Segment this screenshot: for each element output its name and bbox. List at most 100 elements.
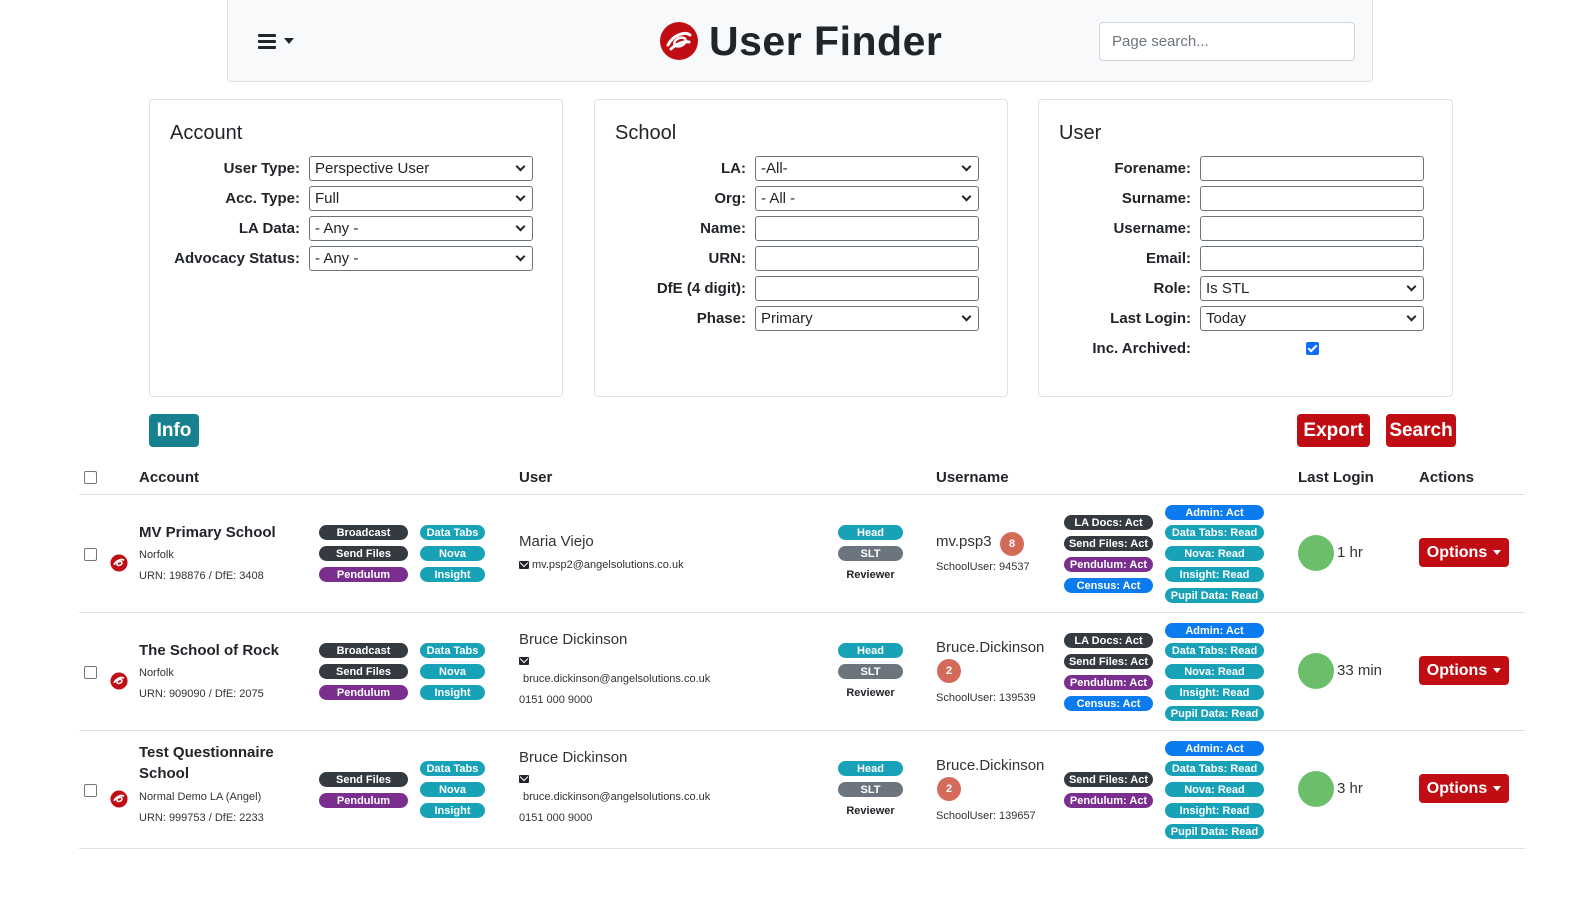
module-badge: Pendulum bbox=[319, 567, 408, 582]
row-checkbox[interactable] bbox=[84, 784, 97, 797]
la-data-value: - Any - bbox=[315, 219, 359, 237]
phase-value: Primary bbox=[761, 309, 813, 327]
module-badge: Data Tabs bbox=[420, 525, 485, 540]
top-navbar: User Finder bbox=[227, 0, 1373, 82]
role-select[interactable]: Is STL bbox=[1200, 275, 1424, 301]
user-full-name: Bruce Dickinson bbox=[519, 749, 628, 766]
online-status-dot bbox=[1298, 771, 1334, 807]
chevron-down-icon bbox=[961, 161, 972, 171]
user-type-row: User Type: Perspective User bbox=[150, 155, 533, 181]
surname-input[interactable] bbox=[1200, 185, 1424, 211]
role-badge: SLT bbox=[838, 546, 903, 561]
inc-archived-checkbox[interactable] bbox=[1305, 341, 1319, 355]
user-phone: 0151 000 9000 bbox=[519, 812, 593, 824]
forename-label: Forename: bbox=[1114, 159, 1191, 177]
role-badge: SLT bbox=[838, 664, 903, 679]
chevron-down-icon bbox=[515, 251, 526, 261]
advocacy-select[interactable]: - Any - bbox=[309, 245, 533, 271]
module-badge: Nova bbox=[420, 546, 485, 561]
last-login-value: 33 min bbox=[1337, 662, 1383, 679]
la-label: LA: bbox=[721, 159, 746, 177]
email-input[interactable] bbox=[1200, 245, 1424, 271]
account-name[interactable]: Test Questionnaire bbox=[139, 742, 274, 763]
la-row: LA: -All- bbox=[595, 155, 979, 181]
forename-input[interactable] bbox=[1200, 155, 1424, 181]
user-email[interactable]: bruce.dickinson@angelsolutions.co.uk bbox=[523, 673, 710, 685]
options-button[interactable]: Options bbox=[1419, 774, 1509, 803]
count-badge: 8 bbox=[1000, 532, 1024, 556]
table-row: MV Primary School Norfolk URN: 198876 / … bbox=[0, 495, 1591, 612]
username-row: Username: bbox=[1039, 215, 1424, 241]
account-urn-dfe: URN: 909090 / DfE: 2075 bbox=[139, 688, 264, 700]
count-badge: 2 bbox=[937, 777, 961, 801]
account-name-line-2[interactable]: School bbox=[139, 763, 189, 784]
export-button[interactable]: Export bbox=[1297, 414, 1370, 447]
user-email[interactable]: bruce.dickinson@angelsolutions.co.uk bbox=[523, 791, 710, 803]
chevron-down-icon bbox=[515, 161, 526, 171]
la-data-select[interactable]: - Any - bbox=[309, 215, 533, 241]
urn-row: URN: bbox=[595, 245, 979, 271]
info-button[interactable]: Info bbox=[149, 414, 199, 447]
options-button[interactable]: Options bbox=[1419, 538, 1509, 567]
urn-input[interactable] bbox=[755, 245, 979, 271]
options-button[interactable]: Options bbox=[1419, 656, 1509, 685]
permission-badge: Admin: Act bbox=[1165, 741, 1264, 756]
permission-badge: Nova: Read bbox=[1165, 546, 1264, 561]
angel-logo-icon bbox=[110, 672, 128, 690]
col-header-account: Account bbox=[139, 469, 199, 486]
caret-down-icon bbox=[1493, 668, 1502, 673]
permission-badge: Pupil Data: Read bbox=[1165, 824, 1264, 839]
account-la: Norfolk bbox=[139, 549, 174, 561]
account-name[interactable]: MV Primary School bbox=[139, 522, 276, 543]
advocacy-label: Advocacy Status: bbox=[174, 249, 300, 267]
username-value: Bruce.Dickinson bbox=[936, 757, 1045, 774]
permission-badge: Nova: Read bbox=[1165, 664, 1264, 679]
permission-badge: Pupil Data: Read bbox=[1165, 588, 1264, 603]
menu-dropdown-toggle[interactable] bbox=[258, 28, 308, 54]
chevron-down-icon bbox=[1406, 281, 1417, 291]
select-all-checkbox[interactable] bbox=[84, 471, 97, 484]
advocacy-value: - Any - bbox=[315, 249, 359, 267]
module-badge: Pendulum bbox=[319, 685, 408, 700]
table-row: Test Questionnaire School Normal Demo LA… bbox=[0, 731, 1591, 848]
account-card-title: Account bbox=[170, 122, 243, 144]
org-select[interactable]: - All - bbox=[755, 185, 979, 211]
school-name-input[interactable] bbox=[755, 215, 979, 241]
account-name[interactable]: The School of Rock bbox=[139, 640, 279, 661]
chevron-down-icon bbox=[515, 221, 526, 231]
col-header-username: Username bbox=[936, 469, 1009, 486]
role-value: Is STL bbox=[1206, 279, 1250, 297]
inc-archived-wrap bbox=[1200, 341, 1424, 355]
username-input[interactable] bbox=[1200, 215, 1424, 241]
chevron-down-icon bbox=[1406, 311, 1417, 321]
role-badge: Head bbox=[838, 761, 903, 776]
options-label: Options bbox=[1426, 779, 1488, 797]
acc-type-select[interactable]: Full bbox=[309, 185, 533, 211]
school-filter-card: School LA: -All- Org: - All - Name: URN:… bbox=[594, 99, 1008, 397]
search-button[interactable]: Search bbox=[1386, 414, 1456, 447]
phase-label: Phase: bbox=[696, 309, 746, 327]
envelope-icon bbox=[519, 561, 529, 570]
col-header-last-login: Last Login bbox=[1298, 469, 1374, 486]
dfe-input[interactable] bbox=[755, 275, 979, 301]
last-login-select[interactable]: Today bbox=[1200, 305, 1424, 331]
options-label: Options bbox=[1426, 543, 1488, 561]
la-select[interactable]: -All- bbox=[755, 155, 979, 181]
permission-badge: Insight: Read bbox=[1165, 685, 1264, 700]
count-badge: 2 bbox=[937, 659, 961, 683]
page-search-input[interactable] bbox=[1099, 22, 1355, 61]
inc-archived-row: Inc. Archived: bbox=[1039, 335, 1424, 361]
permission-badge: Send Files: Act bbox=[1064, 654, 1153, 669]
permission-badge: Send Files: Act bbox=[1064, 772, 1153, 787]
acc-type-value: Full bbox=[315, 189, 340, 207]
user-type-select[interactable]: Perspective User bbox=[309, 155, 533, 181]
row-checkbox[interactable] bbox=[84, 666, 97, 679]
phase-select[interactable]: Primary bbox=[755, 305, 979, 331]
angel-logo-icon bbox=[110, 790, 128, 808]
page-title: User Finder bbox=[709, 17, 943, 64]
online-status-dot bbox=[1298, 653, 1334, 689]
row-checkbox[interactable] bbox=[84, 548, 97, 561]
urn-label: URN: bbox=[708, 249, 747, 267]
user-phone: 0151 000 9000 bbox=[519, 694, 593, 706]
user-email[interactable]: mv.psp2@angelsolutions.co.uk bbox=[532, 559, 684, 571]
